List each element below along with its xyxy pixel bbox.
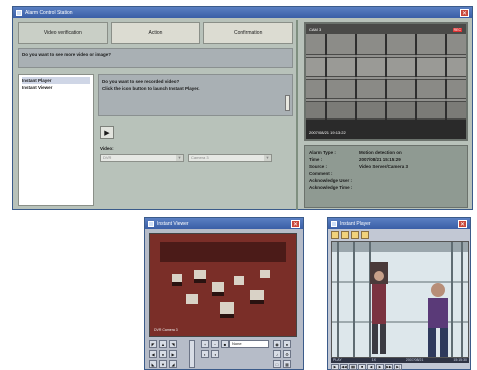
- preset-select[interactable]: None: [229, 340, 269, 348]
- focus-near-button[interactable]: ◐: [201, 350, 209, 358]
- app-icon: [148, 220, 154, 227]
- iv-titlebar[interactable]: Instant Viewer ✕: [145, 218, 303, 229]
- alarm-control-station-window: Alarm Control Station ✕ Video verificati…: [12, 6, 473, 210]
- app-icon: [16, 9, 22, 16]
- snapshot-button[interactable]: ◉: [273, 340, 281, 348]
- video-label: Video:: [100, 146, 114, 151]
- ip-status-bar: PLAY 1X 2007/08/21 15:15:30: [331, 358, 469, 363]
- detail-ack-user: Acknowledge User :: [309, 178, 353, 183]
- acs-titlebar[interactable]: Alarm Control Station ✕: [13, 7, 472, 18]
- tree-item-instant-player[interactable]: Instant Player: [22, 77, 90, 84]
- snapshot-icon[interactable]: [341, 231, 349, 239]
- fast-forward-button[interactable]: ▶▶: [385, 364, 393, 370]
- status-date: 2007/08/21: [405, 358, 424, 362]
- info-box: Do you want to see recorded video? Click…: [98, 74, 293, 116]
- ptz-down-button[interactable]: ▼: [159, 360, 167, 368]
- tab-action[interactable]: Action: [110, 22, 201, 44]
- rec-badge: REC: [452, 28, 462, 32]
- iv-video: DVR Camera 3: [149, 233, 297, 337]
- instant-viewer-window: Instant Viewer ✕ DVR Camera 3 ◤ ▲ ◥ ◀ ● …: [144, 217, 304, 370]
- ip-toolbar: [331, 231, 369, 239]
- wizard-tabs: Video verification Action Confirmation: [18, 22, 294, 44]
- info-scrollbar[interactable]: [285, 95, 290, 111]
- fullscreen-button[interactable]: □: [273, 360, 281, 368]
- ptz-up-button[interactable]: ▲: [159, 340, 167, 348]
- zoom-in-button[interactable]: +: [201, 340, 209, 348]
- ip-video: [331, 241, 469, 358]
- ip-transport: ▶ ◀◀ ▮▮ ■ ◀ ▶ ▶▶ ▶|: [331, 364, 402, 370]
- print-icon[interactable]: [351, 231, 359, 239]
- ptz-left-button[interactable]: ◀: [149, 350, 157, 358]
- tab-video-verification[interactable]: Video verification: [18, 22, 108, 44]
- info-line-1: Do you want to see recorded video?: [102, 79, 180, 84]
- alarm-details: Alarm Type : Motion detection on Time :20…: [304, 145, 468, 208]
- rewind-button[interactable]: ◀◀: [340, 364, 348, 370]
- iv-controls: ◤ ▲ ◥ ◀ ● ▶ ◣ ▼ ◢ + − ◐ ◑ ■ None ◉ ● ♪ ⚙…: [149, 340, 299, 370]
- chevron-down-icon: ▼: [264, 155, 271, 161]
- detail-source: Source : Video Server/Camera 3: [309, 164, 408, 169]
- tool-tree: Instant Player Instant Viewer: [18, 74, 94, 206]
- app-icon: [331, 220, 337, 227]
- info-line-2: Click the icon button to launch Instant …: [102, 86, 200, 91]
- acs-title: Alarm Control Station: [25, 9, 73, 16]
- status-time: 15:15:30: [453, 358, 467, 362]
- export-icon[interactable]: [361, 231, 369, 239]
- end-button[interactable]: ▶|: [394, 364, 402, 370]
- ptz-right-button[interactable]: ▶: [169, 350, 177, 358]
- detail-time: Time :2007/08/21 15:15:29: [309, 157, 401, 162]
- ip-title: Instant Player: [340, 220, 371, 227]
- launch-instant-player-button[interactable]: ▶: [100, 126, 114, 139]
- ptz-up-left-button[interactable]: ◤: [149, 340, 157, 348]
- step-back-button[interactable]: ◀: [367, 364, 375, 370]
- preset-select-value: None: [232, 341, 242, 346]
- ip-video-image: [332, 242, 468, 357]
- ptz-up-right-button[interactable]: ◥: [169, 340, 177, 348]
- ptz-down-left-button[interactable]: ◣: [149, 360, 157, 368]
- pause-button[interactable]: ▮▮: [349, 364, 357, 370]
- focus-far-button[interactable]: ◑: [211, 350, 219, 358]
- tab-confirmation[interactable]: Confirmation: [203, 22, 294, 44]
- detail-comment: Comment :: [309, 171, 333, 176]
- pane-divider[interactable]: [296, 20, 298, 210]
- record-button[interactable]: ●: [283, 340, 291, 348]
- status-speed: 1X: [371, 358, 376, 362]
- preset-icon[interactable]: ■: [221, 340, 229, 348]
- iv-video-image: [150, 234, 296, 336]
- detail-ack-time: Acknowledge Time :: [309, 185, 353, 190]
- close-button[interactable]: ✕: [458, 219, 467, 228]
- camera-image: [306, 24, 466, 139]
- audio-button[interactable]: ♪: [273, 350, 281, 358]
- launch-player-icon: ▶: [104, 129, 110, 137]
- iv-title: Instant Viewer: [157, 220, 189, 227]
- camera-view: CAM 3 REC 2007/08/21 19:13:22: [304, 22, 468, 141]
- open-icon[interactable]: [331, 231, 339, 239]
- play-button[interactable]: ▶: [331, 364, 339, 370]
- chevron-down-icon: ▼: [176, 155, 183, 161]
- question-text: Do you want to see more video or image?: [18, 48, 293, 68]
- layout-button[interactable]: ▦: [283, 360, 291, 368]
- ip-titlebar[interactable]: Instant Player ✕: [328, 218, 470, 229]
- camera-select-value: Camera 3: [191, 155, 209, 160]
- settings-button[interactable]: ⚙: [283, 350, 291, 358]
- tree-item-instant-viewer[interactable]: Instant Viewer: [22, 84, 90, 91]
- camera-label: CAM 3: [309, 27, 322, 32]
- close-button[interactable]: ✕: [291, 219, 300, 228]
- status-state: PLAY: [333, 358, 342, 362]
- zoom-out-button[interactable]: −: [211, 340, 219, 348]
- stop-button[interactable]: ■: [358, 364, 366, 370]
- iv-caption: DVR Camera 3: [154, 328, 178, 332]
- ptz-down-right-button[interactable]: ◢: [169, 360, 177, 368]
- zoom-slider[interactable]: [189, 340, 195, 368]
- wizard-panel: Video verification Action Confirmation D…: [18, 22, 294, 208]
- dvr-select-value: DVR: [103, 155, 112, 160]
- instant-player-window: Instant Player ✕ PLAY 1X 2007/08/21 15:1…: [327, 217, 471, 370]
- dvr-select[interactable]: DVR ▼: [100, 154, 184, 162]
- close-button[interactable]: ✕: [460, 8, 469, 17]
- step-forward-button[interactable]: ▶: [376, 364, 384, 370]
- ptz-home-button[interactable]: ●: [159, 350, 167, 358]
- camera-timestamp: 2007/08/21 19:13:22: [309, 130, 346, 135]
- detail-alarm-type: Alarm Type : Motion detection on: [309, 150, 402, 155]
- camera-select[interactable]: Camera 3 ▼: [188, 154, 272, 162]
- details-pane: Do you want to see recorded video? Click…: [98, 74, 293, 206]
